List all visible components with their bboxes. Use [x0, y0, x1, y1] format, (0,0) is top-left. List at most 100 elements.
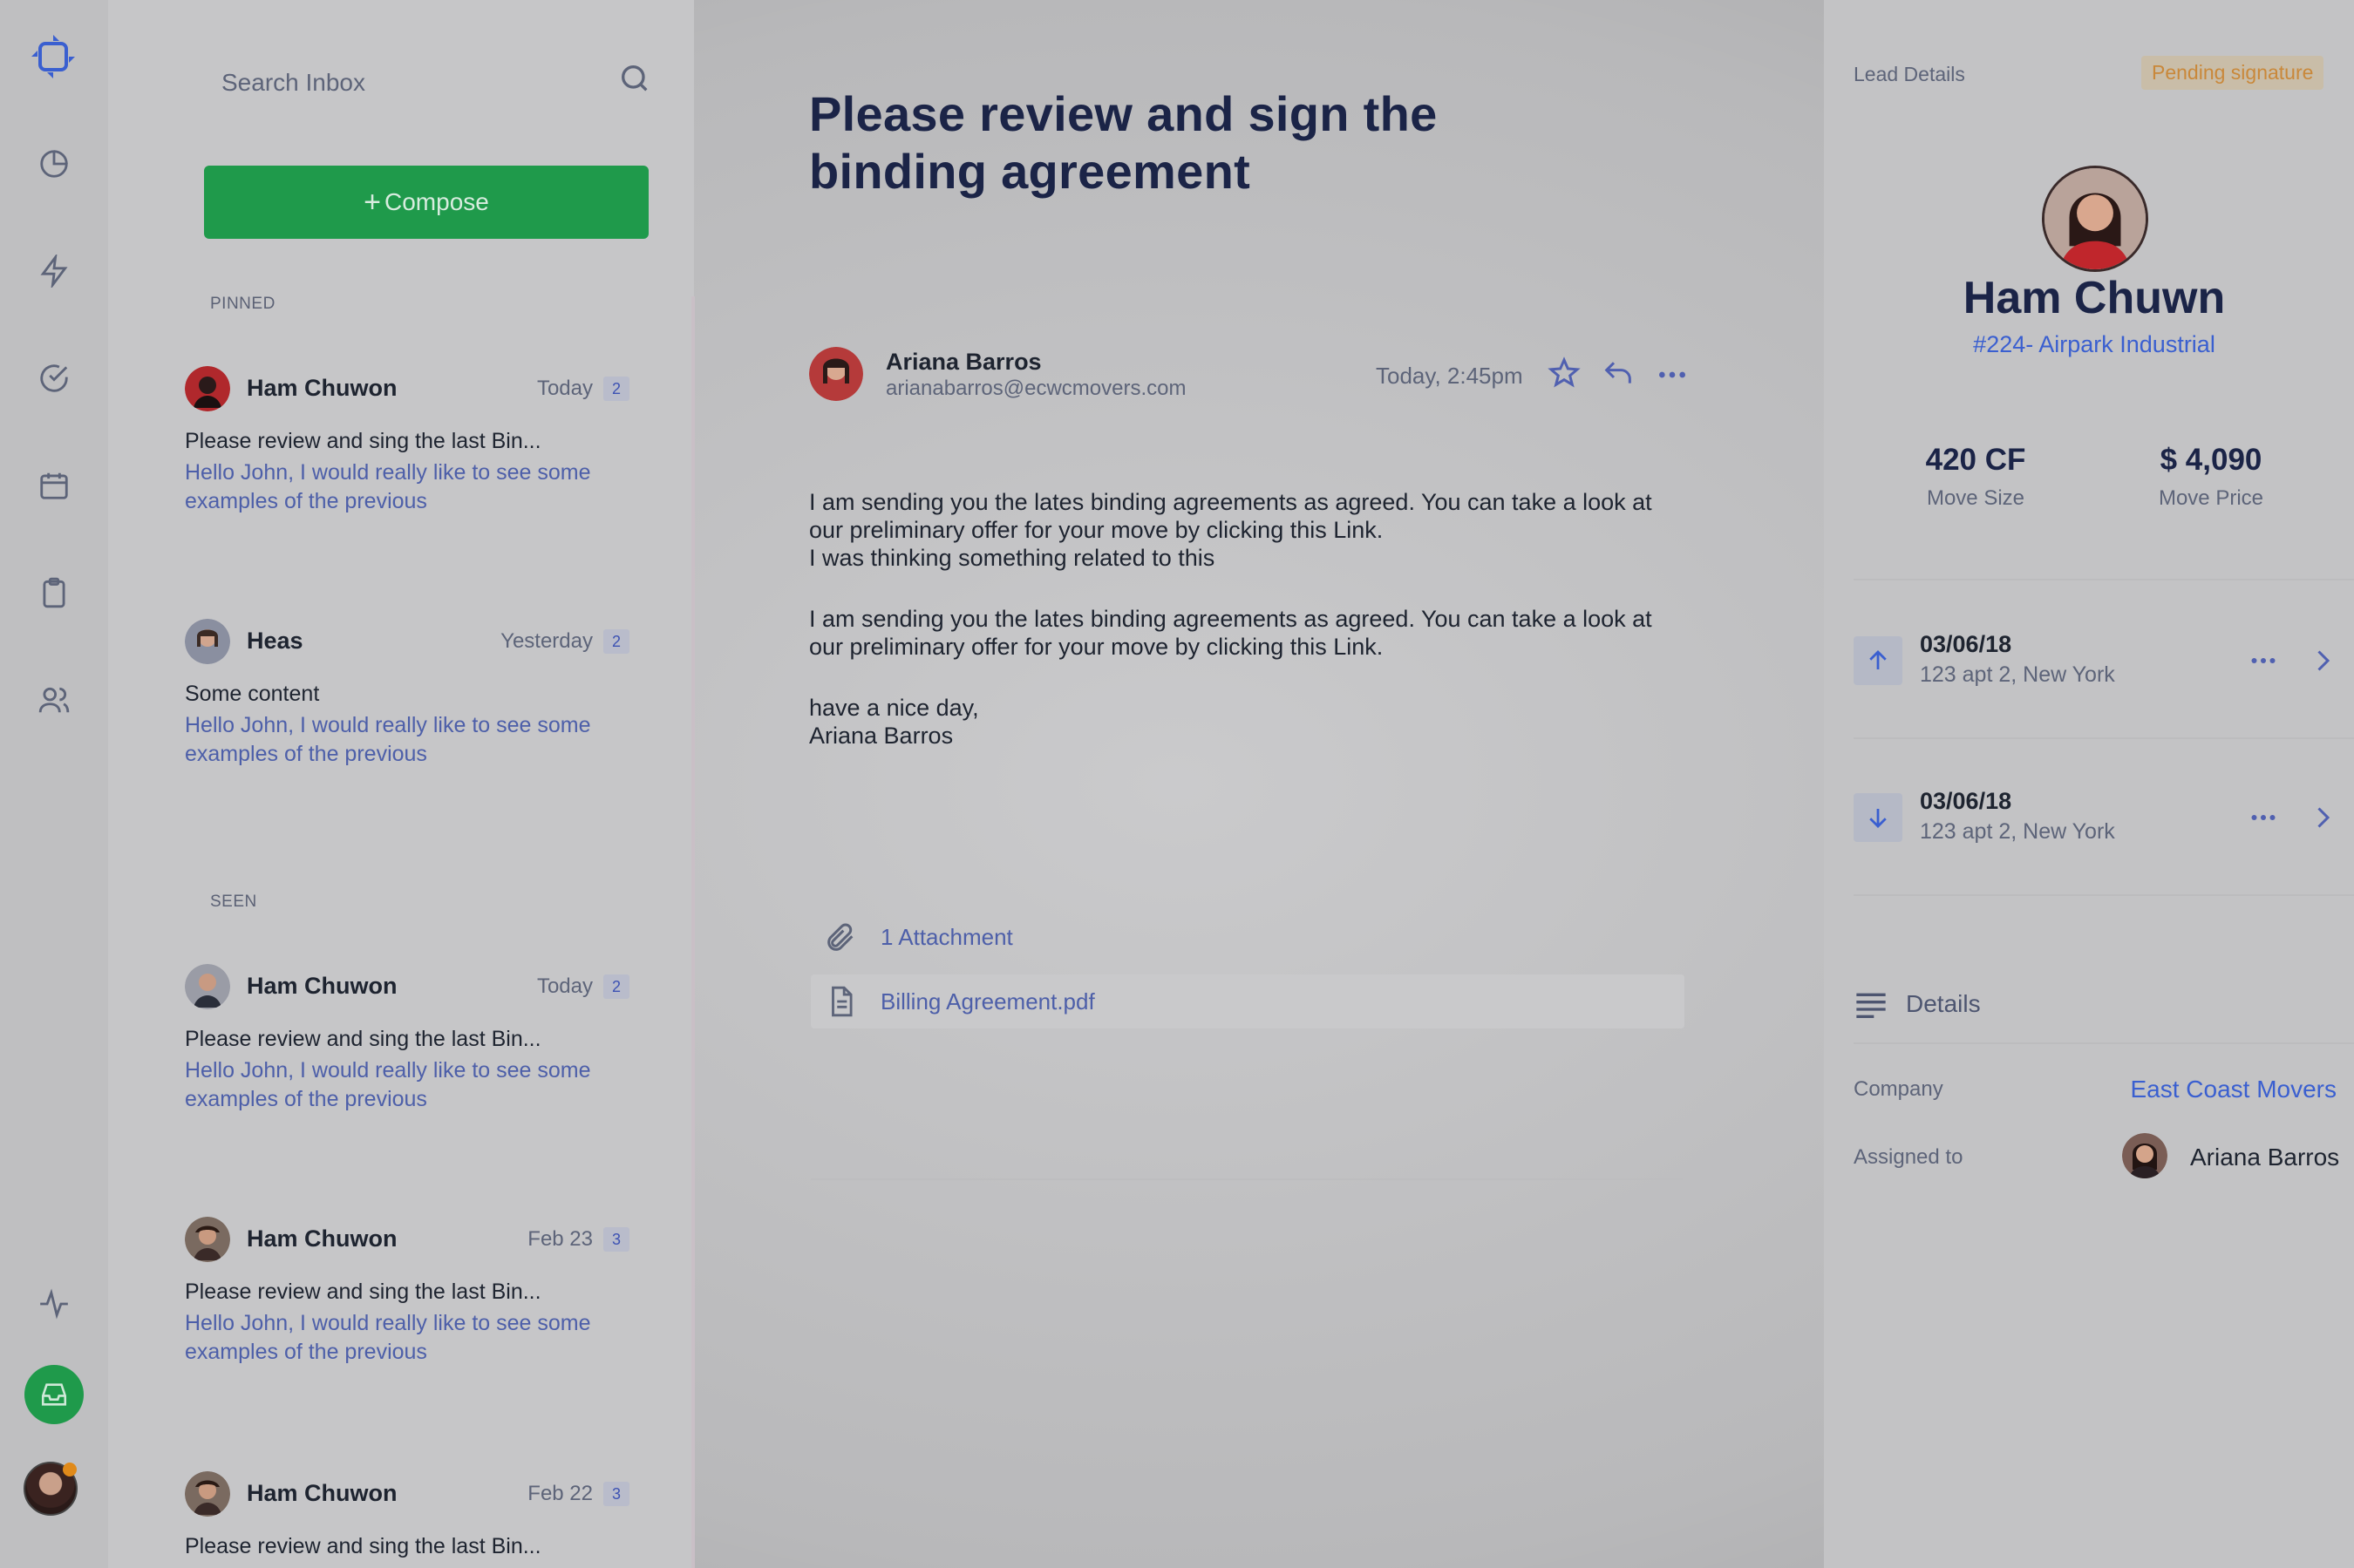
chevron-right-icon[interactable] [2307, 800, 2338, 835]
move-address: 123 apt 2, New York [1920, 819, 2115, 844]
panel-divider [1854, 894, 2354, 896]
message-sender: Ham Chuwon [247, 1225, 398, 1252]
message-count-badge: 3 [603, 1482, 629, 1506]
more-options-icon[interactable] [2246, 802, 2281, 833]
nav-users[interactable] [31, 677, 77, 723]
message-count-badge: 2 [603, 377, 629, 401]
move-date: 03/06/18 [1920, 788, 2012, 814]
reply-icon[interactable] [1601, 356, 1636, 390]
check-circle-icon [40, 364, 68, 392]
email-paragraph-1: I am sending you the lates binding agree… [809, 488, 1698, 572]
sender-avatar [185, 619, 230, 664]
arrow-up-icon [1869, 650, 1887, 669]
lead-name: Ham Chuwn [1963, 273, 2226, 323]
search-icon[interactable] [617, 61, 652, 96]
nav-pulse[interactable] [31, 1281, 77, 1327]
message-preview: Hello John, I would really like to see s… [185, 713, 591, 766]
move-row-pickup[interactable]: 03/06/18 123 apt 2, New York [1854, 622, 2342, 701]
message-subject: Please review and sing the last Bin... [185, 1534, 541, 1558]
document-icon [832, 986, 853, 1017]
notification-dot [63, 1463, 77, 1476]
list-item[interactable]: Ham Chuwon Today 2 Please review and sin… [185, 964, 673, 1191]
nav-tasks[interactable] [31, 356, 77, 401]
list-item[interactable]: Ham Chuwon Today 2 Please review and sin… [185, 366, 673, 593]
company-value-link[interactable]: East Coast Movers [2130, 1076, 2337, 1103]
move-direction [1854, 636, 1902, 685]
attachment-file[interactable]: Billing Agreement.pdf [811, 974, 1684, 1028]
bolt-icon [40, 255, 68, 288]
email-sender-name: Ariana Barros [886, 349, 1042, 375]
message-sender: Ham Chuwon [247, 973, 398, 999]
email-subject: Please review and sign the binding agree… [809, 86, 1438, 199]
message-preview: Hello John, I would really like to see s… [185, 1058, 591, 1111]
sender-avatar [185, 1217, 230, 1262]
email-sender-email[interactable]: arianabarros@ecwcmovers.com [886, 377, 1186, 401]
sender-avatar [185, 964, 230, 1009]
message-sender: Ham Chuwon [247, 375, 398, 401]
details-lines-icon [1856, 993, 1886, 1018]
assignee-name: Ariana Barros [2190, 1144, 2340, 1171]
email-line: our preliminary offer for your move by c… [809, 634, 1384, 660]
star-icon[interactable] [1547, 356, 1582, 390]
move-date: 03/06/18 [1920, 631, 2012, 657]
nav-inbox[interactable] [24, 1365, 84, 1424]
main-divider [811, 1178, 1683, 1180]
activity-icon [40, 1288, 68, 1320]
logo-icon[interactable] [28, 31, 78, 82]
message-subject: Please review and sing the last Bin... [185, 1027, 541, 1051]
message-count-badge: 2 [603, 629, 629, 654]
inbox-icon [41, 1383, 67, 1406]
message-preview: Hello John, I would really like to see s… [185, 460, 591, 513]
move-row-dropoff[interactable]: 03/06/18 123 apt 2, New York [1854, 779, 2342, 858]
attachment-count: 1 Attachment [881, 924, 1013, 950]
panel-divider [1854, 579, 2354, 580]
calendar-icon [40, 472, 68, 499]
arrow-down-icon [1869, 809, 1887, 828]
more-options-icon[interactable] [1655, 357, 1690, 392]
attachment-file-name: Billing Agreement.pdf [881, 988, 1095, 1015]
lead-avatar [2042, 166, 2148, 272]
sender-avatar [809, 347, 863, 401]
email-line: Ariana Barros [809, 723, 954, 749]
lead-reference-link[interactable]: #224- Airpark Industrial [1824, 331, 2354, 358]
status-badge: Pending signature [2141, 56, 2324, 90]
search-input[interactable] [221, 61, 605, 105]
sender-avatar [185, 1471, 230, 1517]
section-seen: SEEN [210, 893, 257, 911]
email-line: I was thinking something related to this [809, 545, 1215, 571]
email-line: our preliminary offer for your move by c… [809, 517, 1384, 543]
email-line: I am sending you the lates binding agree… [809, 606, 1652, 632]
company-label: Company [1854, 1077, 1943, 1101]
email-paragraph-2: I am sending you the lates binding agree… [809, 605, 1698, 661]
message-subject: Please review and sing the last Bin... [185, 1280, 541, 1304]
message-date: Today [536, 377, 593, 400]
sender-avatar [185, 366, 230, 411]
assigned-label: Assigned to [1854, 1145, 1963, 1169]
compose-button[interactable]: + Compose [204, 166, 649, 239]
compose-plus-icon: + [364, 185, 381, 219]
message-preview: Hello John, I would really like to see s… [185, 1311, 591, 1364]
message-date: Yesterday [500, 629, 593, 653]
nav-activity-bolt[interactable] [31, 248, 77, 294]
message-date: Feb 23 [527, 1227, 593, 1251]
nav-clipboard[interactable] [31, 570, 77, 615]
email-sign-off: have a nice day, Ariana Barros [809, 694, 1698, 750]
nav-calendar[interactable] [31, 463, 77, 508]
move-size-value: 420 CF [1925, 443, 2026, 477]
list-item[interactable]: Ham Chuwon Feb 23 3 Please review and si… [185, 1217, 673, 1443]
message-subject: Please review and sing the last Bin... [185, 429, 541, 453]
nav-reports[interactable] [31, 141, 77, 187]
chevron-right-icon[interactable] [2307, 643, 2338, 678]
move-size-label: Move Size [1926, 486, 2025, 510]
compose-label: Compose [384, 188, 489, 215]
message-subject: Some content [185, 682, 320, 706]
list-item[interactable]: Heas Yesterday 2 Some content Hello John… [185, 619, 673, 845]
list-item[interactable]: Ham Chuwon Feb 22 3 Please review and si… [185, 1471, 673, 1568]
more-options-icon[interactable] [2246, 645, 2281, 676]
panel-divider [1854, 737, 2354, 739]
email-time: Today, 2:45pm [1376, 363, 1523, 389]
message-sender: Heas [247, 628, 303, 654]
email-line: I am sending you the lates binding agree… [809, 489, 1652, 515]
section-pinned: PINNED [210, 295, 276, 313]
move-address: 123 apt 2, New York [1920, 662, 2115, 687]
